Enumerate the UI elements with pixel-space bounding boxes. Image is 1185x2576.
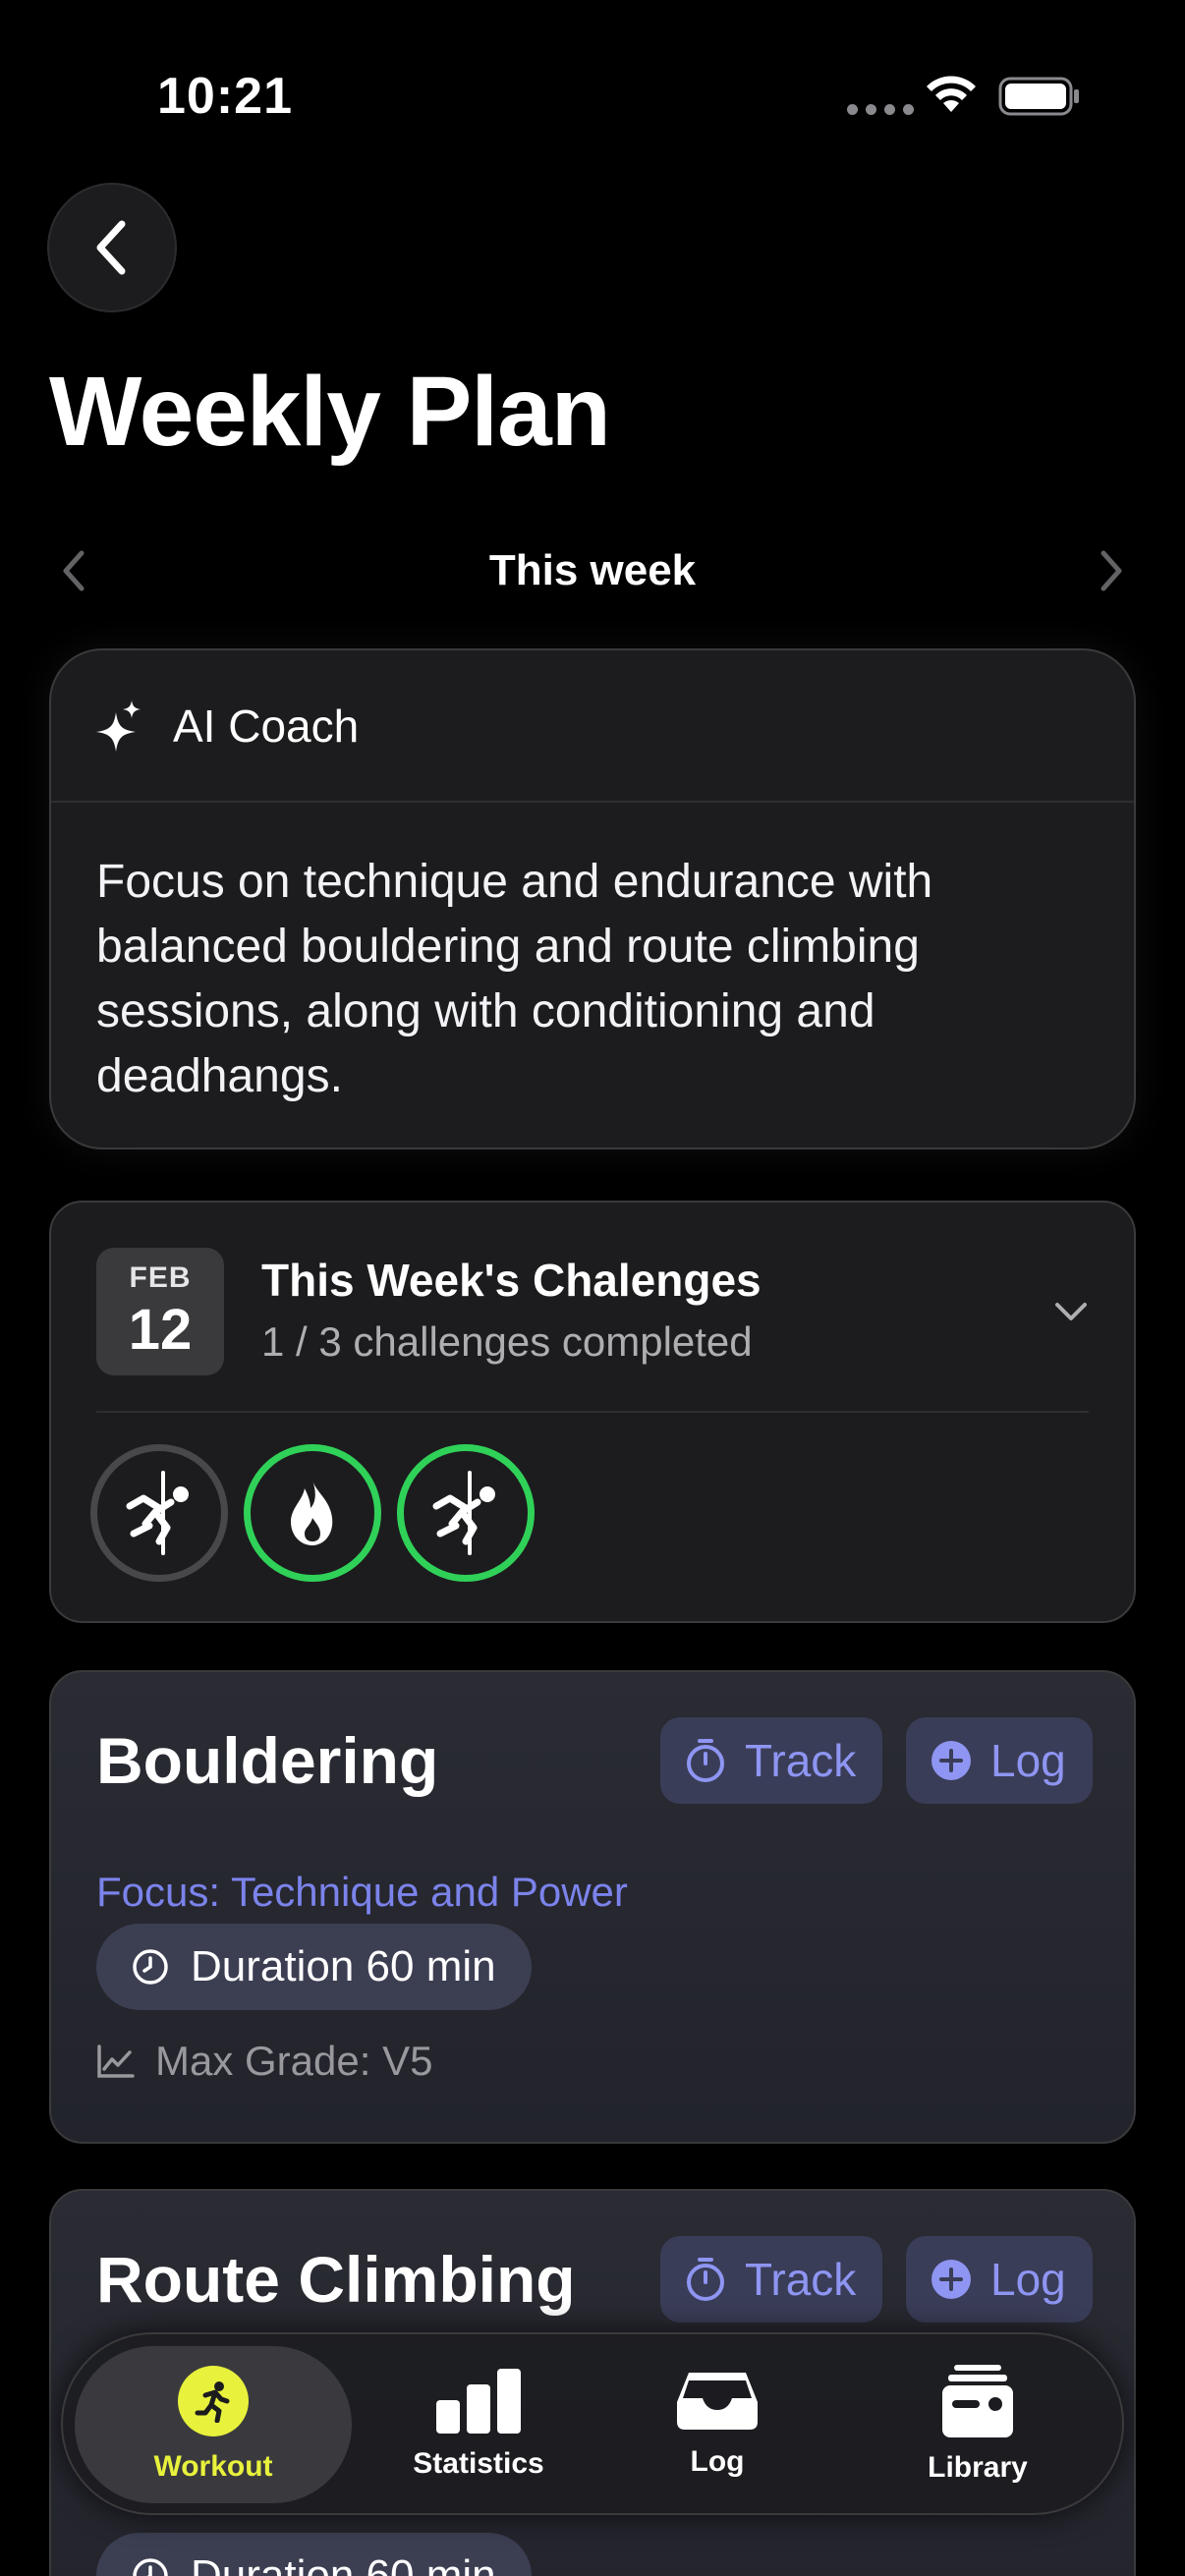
workout-title: Route Climbing [96, 2243, 576, 2316]
challenges-progress: 1 / 3 challenges completed [261, 1318, 753, 1365]
date-badge: FEB 12 [96, 1248, 224, 1375]
chevron-right-icon [1100, 550, 1122, 591]
runner-icon [178, 2366, 249, 2436]
date-month: FEB [129, 1261, 192, 1294]
track-label: Track [745, 1735, 857, 1786]
climber-icon [432, 1471, 495, 1555]
trend-chart-icon [97, 2044, 135, 2078]
tab-label: Log [690, 2445, 745, 2478]
status-bar: 10:21 [0, 0, 1185, 187]
clock-icon [133, 1949, 168, 1985]
challenge-badge-climbing[interactable] [90, 1444, 228, 1582]
clock-icon [133, 2558, 168, 2576]
ai-coach-title: AI Coach [173, 700, 360, 752]
challenge-badge-climbing[interactable] [397, 1444, 535, 1582]
challenges-title: This Week's Chalenges [261, 1255, 762, 1306]
page-title: Weekly Plan [49, 357, 611, 467]
track-label: Track [745, 2254, 857, 2305]
chevron-left-icon [96, 220, 126, 275]
duration-badge: Duration 60 min [96, 2533, 532, 2576]
divider [96, 1411, 1089, 1413]
duration-label: Duration 60 min [191, 1942, 496, 1990]
plus-circle-icon [931, 2260, 971, 2299]
log-label: Log [990, 2254, 1066, 2305]
status-time: 10:21 [157, 68, 293, 125]
cellular-signal-icon [847, 104, 914, 115]
track-button[interactable]: Track [660, 1717, 882, 1804]
weekly-challenges-card[interactable]: FEB 12 This Week's Chalenges 1 / 3 chall… [49, 1201, 1136, 1623]
tab-library[interactable]: Library [904, 2346, 1051, 2503]
max-grade: Max Grade: V5 [96, 2038, 432, 2085]
challenge-badge-intensity[interactable] [244, 1444, 381, 1582]
workout-title: Bouldering [96, 1724, 439, 1797]
workout-focus: Focus: Technique and Power [96, 1869, 628, 1915]
week-navigator: This week [49, 538, 1136, 603]
ai-coach-message: Focus on technique and endurance with ba… [96, 856, 933, 1102]
stopwatch-icon [687, 1739, 724, 1782]
duration-badge: Duration 60 min [96, 1924, 532, 2010]
week-label: This week [488, 546, 697, 594]
track-button[interactable]: Track [660, 2236, 882, 2323]
tab-workout[interactable]: Workout [75, 2346, 352, 2503]
tray-icon [677, 2373, 758, 2430]
flame-icon [291, 1481, 333, 1545]
bar-chart-icon [436, 2369, 521, 2434]
chevron-down-icon[interactable] [1051, 1291, 1091, 1330]
challenge-badges [90, 1444, 535, 1582]
duration-label: Duration 60 min [191, 2551, 496, 2576]
stopwatch-icon [687, 2258, 724, 2301]
ai-coach-card: AI Coach Focus on technique and enduranc… [49, 648, 1136, 1149]
tab-label: Workout [153, 2450, 273, 2483]
tab-statistics[interactable]: Statistics [385, 2346, 572, 2503]
tab-bar: Workout Statistics Log Library [61, 2332, 1124, 2515]
max-grade-label: Max Grade: V5 [155, 2038, 433, 2084]
archive-box-icon [942, 2365, 1013, 2437]
climber-icon [126, 1471, 189, 1555]
battery-icon [998, 77, 1079, 116]
plus-circle-icon [931, 1741, 971, 1780]
tab-log[interactable]: Log [649, 2346, 786, 2503]
wifi-icon [927, 76, 976, 112]
tab-label: Library [928, 2451, 1028, 2484]
sparkles-icon [96, 700, 141, 752]
log-button[interactable]: Log [906, 2236, 1093, 2323]
next-week-button[interactable] [1087, 544, 1136, 597]
ai-coach-header: AI Coach [51, 650, 1134, 803]
log-button[interactable]: Log [906, 1717, 1093, 1804]
back-button[interactable] [47, 183, 177, 312]
workout-card-bouldering[interactable]: Bouldering Track Log Focus: Technique an… [49, 1670, 1136, 2144]
log-label: Log [990, 1735, 1066, 1786]
date-day: 12 [128, 1298, 193, 1362]
tab-label: Statistics [413, 2447, 544, 2480]
